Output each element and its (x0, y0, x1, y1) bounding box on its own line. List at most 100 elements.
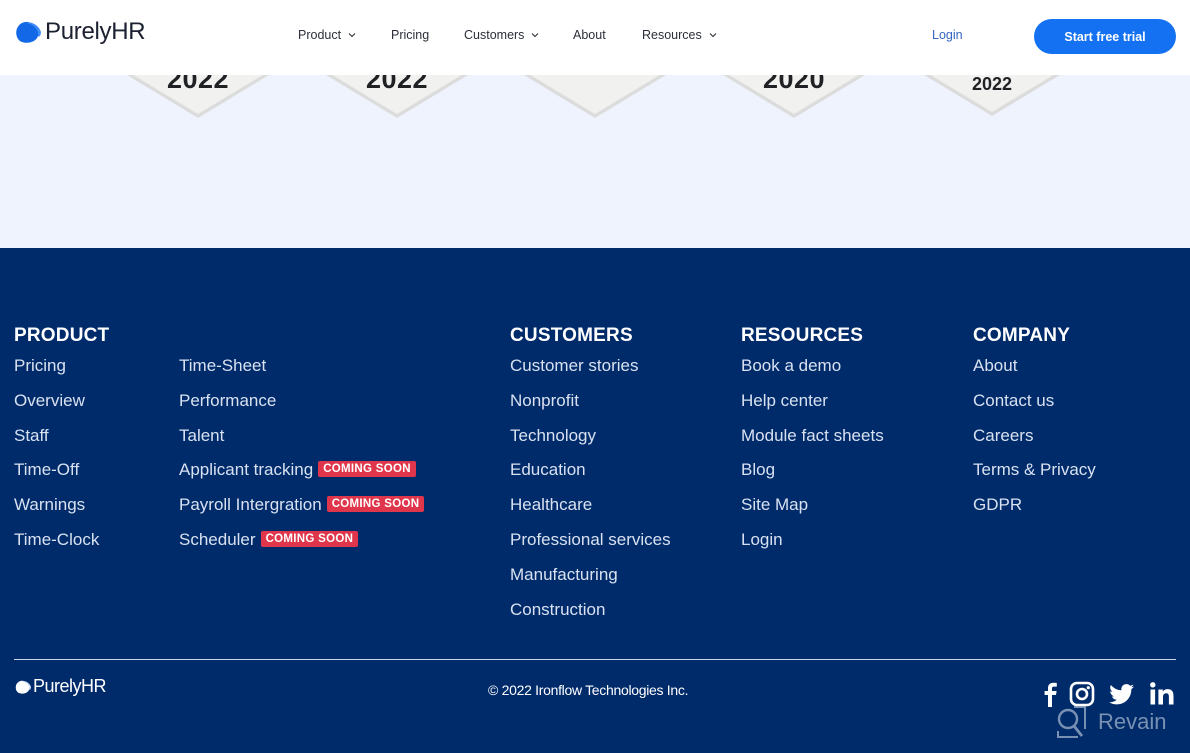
logo-mark-icon (15, 680, 31, 694)
footer-link-applicant-tracking[interactable]: Applicant tracking (179, 460, 313, 480)
footer-link-scheduler[interactable]: Scheduler (179, 530, 256, 550)
footer-link-talent[interactable]: Talent (179, 426, 224, 446)
footer-link: Education (510, 460, 671, 495)
nav-label: Pricing (391, 28, 430, 42)
login-link[interactable]: Login (932, 28, 963, 42)
coming-soon-badge: COMING SOON (260, 530, 359, 547)
footer-link: Time-Off (14, 460, 99, 495)
footer-link-overview[interactable]: Overview (14, 391, 85, 411)
footer-link-time-clock[interactable]: Time-Clock (14, 530, 99, 550)
footer-heading-resources: RESOURCES (741, 325, 864, 346)
footer-link-nonprofit[interactable]: Nonprofit (510, 391, 579, 411)
start-free-trial-button[interactable]: Start free trial (1034, 19, 1176, 54)
footer-link: Construction (510, 600, 671, 635)
footer-brand-logo[interactable]: PurelyHR (14, 676, 107, 697)
footer-link: Applicant tracking COMING SOON (179, 460, 424, 495)
footer-link-time-off[interactable]: Time-Off (14, 460, 79, 480)
nav-product[interactable]: Product (298, 28, 356, 42)
footer-link: Technology (510, 426, 671, 461)
chevron-down-icon (532, 33, 539, 38)
footer-link: Module fact sheets (741, 426, 884, 461)
footer-link: Time-Clock (14, 530, 99, 565)
footer-link-construction[interactable]: Construction (510, 600, 605, 620)
footer-link: Payroll Intergration COMING SOON (179, 495, 425, 530)
footer-link-healthcare[interactable]: Healthcare (510, 495, 592, 515)
footer-heading-company: COMPANY (973, 325, 1071, 346)
footer-link-gdpr[interactable]: GDPR (973, 495, 1022, 515)
nav-label: Customers (464, 28, 525, 42)
footer-link-manufacturing[interactable]: Manufacturing (510, 565, 618, 585)
nav-label: About (573, 28, 606, 42)
footer-customers-list: Customer stories Nonprofit Technology Ed… (510, 356, 671, 634)
footer-link: Professional services (510, 530, 671, 565)
footer-link: Site Map (741, 495, 884, 530)
footer-link-module-fact-sheets[interactable]: Module fact sheets (741, 426, 884, 446)
footer-link-site-map[interactable]: Site Map (741, 495, 808, 515)
footer-link-login[interactable]: Login (741, 530, 783, 550)
footer-link: Contact us (973, 391, 1096, 426)
site-header: PurelyHR Product Pricing Customers About… (0, 0, 1190, 75)
nav-label: Product (298, 28, 342, 42)
footer-link: Help center (741, 391, 884, 426)
footer-link-help-center[interactable]: Help center (741, 391, 828, 411)
footer-link: GDPR (973, 495, 1096, 530)
logo-mark-icon (16, 21, 41, 43)
footer-link: Careers (973, 426, 1096, 461)
footer-link-technology[interactable]: Technology (510, 426, 596, 446)
instagram-icon[interactable] (1068, 680, 1096, 708)
linkedin-icon[interactable] (1148, 680, 1176, 708)
revain-logo-icon (1057, 706, 1086, 738)
nav-about[interactable]: About (573, 28, 606, 42)
brand-logo[interactable]: PurelyHR (14, 18, 146, 46)
footer-link: Blog (741, 460, 884, 495)
copyright-text: © 2022 Ironflow Technologies Inc. (488, 682, 689, 698)
footer-link-terms-privacy[interactable]: Terms & Privacy (973, 460, 1096, 480)
footer-link: Manufacturing (510, 565, 671, 600)
footer-link: Book a demo (741, 356, 884, 391)
nav-customers[interactable]: Customers (464, 28, 539, 42)
footer-link-payroll-integration[interactable]: Payroll Intergration (179, 495, 322, 515)
footer-link-education[interactable]: Education (510, 460, 586, 480)
footer-link-book-demo[interactable]: Book a demo (741, 356, 841, 376)
footer-link-customer-stories[interactable]: Customer stories (510, 356, 638, 376)
footer-link-about[interactable]: About (973, 356, 1017, 376)
footer-link-contact-us[interactable]: Contact us (973, 391, 1054, 411)
footer-link-blog[interactable]: Blog (741, 460, 775, 480)
footer-resources-list: Book a demo Help center Module fact shee… (741, 356, 884, 565)
coming-soon-badge: COMING SOON (318, 461, 416, 478)
footer-link: About (973, 356, 1096, 391)
chevron-down-icon (348, 33, 356, 38)
footer-link: Pricing (14, 356, 99, 391)
footer-link-time-sheet[interactable]: Time-Sheet (179, 356, 266, 376)
brand-name: PurelyHR (45, 18, 146, 45)
site-footer: PRODUCT Pricing Overview Staff Time-Off … (0, 248, 1190, 753)
footer-link: Nonprofit (510, 391, 671, 426)
footer-link: Warnings (14, 495, 99, 530)
facebook-icon[interactable] (1036, 680, 1064, 708)
award-year: 2022 (971, 74, 1013, 94)
footer-product-list-2: Time-Sheet Performance Talent Applicant … (179, 356, 425, 565)
footer-link-pricing[interactable]: Pricing (14, 356, 66, 376)
footer-link: Scheduler COMING SOON (179, 530, 424, 565)
coming-soon-badge: COMING SOON (326, 496, 425, 513)
footer-link: Login (741, 530, 884, 565)
footer-link-performance[interactable]: Performance (179, 391, 276, 411)
nav-pricing[interactable]: Pricing (391, 28, 429, 42)
footer-link: Talent (179, 426, 424, 461)
footer-heading-customers: CUSTOMERS (510, 325, 633, 346)
footer-divider (14, 659, 1176, 660)
footer-link-careers[interactable]: Careers (973, 426, 1033, 446)
footer-link-staff[interactable]: Staff (14, 426, 49, 446)
footer-link-professional-services[interactable]: Professional services (510, 530, 671, 550)
nav-label: Resources (642, 28, 702, 42)
footer-product-list-1: Pricing Overview Staff Time-Off Warnings… (14, 356, 99, 565)
revain-text: Revain (1098, 709, 1167, 734)
chevron-down-icon (709, 33, 717, 38)
footer-link-warnings[interactable]: Warnings (14, 495, 85, 515)
twitter-icon[interactable] (1107, 680, 1135, 708)
revain-watermark: Revain (1054, 705, 1166, 739)
footer-link: Performance (179, 391, 424, 426)
nav-resources[interactable]: Resources (642, 28, 717, 42)
footer-link: Healthcare (510, 495, 671, 530)
footer-link: Overview (14, 391, 99, 426)
